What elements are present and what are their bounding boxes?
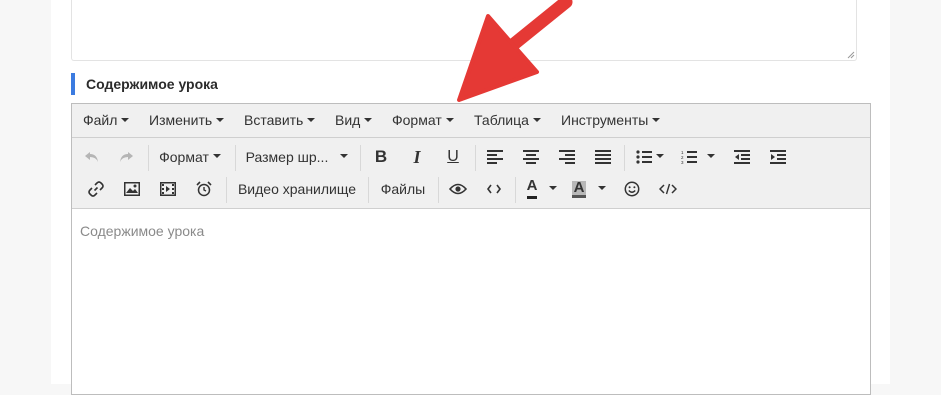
undo-icon xyxy=(85,152,98,162)
caret-down-icon xyxy=(364,118,373,123)
caret-down-icon xyxy=(445,118,454,123)
text-color-icon: A xyxy=(526,178,538,199)
source-code-icon xyxy=(659,183,677,195)
menu-tools[interactable]: Инструменты xyxy=(561,104,661,137)
editor-menubar: Файл Изменить Вставить Вид Формат Таблиц… xyxy=(72,104,870,138)
align-justify-icon xyxy=(595,150,611,164)
menu-insert-label: Вставить xyxy=(244,112,304,128)
rich-text-editor: Файл Изменить Вставить Вид Формат Таблиц… xyxy=(71,103,871,395)
format-dropdown[interactable]: Формат xyxy=(152,141,228,173)
caret-down-icon xyxy=(340,154,349,158)
caret-down-icon xyxy=(216,118,225,123)
insert-image-button[interactable] xyxy=(118,173,146,205)
italic-button[interactable]: I xyxy=(403,141,431,173)
toolbar-separator xyxy=(515,177,516,203)
menu-edit[interactable]: Изменить xyxy=(149,104,225,137)
editor-placeholder: Содержимое урока xyxy=(80,223,205,239)
align-left-icon xyxy=(487,150,503,164)
files-button[interactable]: Файлы xyxy=(372,173,434,205)
alarm-clock-icon xyxy=(196,181,212,197)
label-accent-bar xyxy=(71,73,75,95)
align-right-button[interactable] xyxy=(553,141,581,173)
menu-format[interactable]: Формат xyxy=(392,104,454,137)
align-right-icon xyxy=(559,150,575,164)
numbered-list-button[interactable]: 123 xyxy=(678,141,718,173)
toolbar-separator xyxy=(438,177,439,203)
insert-datetime-button[interactable] xyxy=(190,173,218,205)
menu-insert[interactable]: Вставить xyxy=(244,104,316,137)
toolbar-separator xyxy=(368,177,369,203)
text-color-button[interactable]: A xyxy=(521,173,563,205)
caret-down-icon xyxy=(121,118,130,123)
redo-icon xyxy=(120,152,133,162)
previous-textarea[interactable] xyxy=(71,0,857,61)
numbered-list-icon: 123 xyxy=(681,150,697,164)
menu-format-label: Формат xyxy=(392,112,442,128)
editor-toolbar: Формат Размер шр... B I U 1 2 3 Видео хр… xyxy=(72,138,870,209)
caret-down-icon xyxy=(532,118,541,123)
font-size-dropdown[interactable]: Размер шр... xyxy=(240,141,354,173)
underline-button[interactable]: U xyxy=(439,141,467,173)
menu-view[interactable]: Вид xyxy=(335,104,373,137)
font-size-dropdown-label: Размер шр... xyxy=(245,149,329,165)
align-left-button[interactable] xyxy=(481,141,509,173)
toolbar-separator xyxy=(360,145,361,171)
eye-icon xyxy=(449,183,467,195)
caret-down-icon xyxy=(707,154,715,158)
indent-icon xyxy=(770,150,786,164)
format-dropdown-label: Формат xyxy=(159,149,209,165)
link-icon xyxy=(88,181,104,197)
caret-down-icon xyxy=(652,118,661,123)
image-icon xyxy=(124,182,140,196)
bold-button[interactable]: B xyxy=(367,141,395,173)
align-center-icon xyxy=(523,150,539,164)
menu-table[interactable]: Таблица xyxy=(474,104,541,137)
toolbar-separator xyxy=(226,177,227,203)
editor-content-area[interactable]: Содержимое урока xyxy=(72,209,870,394)
caret-down-icon xyxy=(549,186,558,190)
media-icon xyxy=(160,182,176,196)
preview-button[interactable] xyxy=(444,173,472,205)
svg-text:3: 3 xyxy=(681,160,684,164)
menu-tools-label: Инструменты xyxy=(561,112,649,128)
emoticon-icon xyxy=(624,181,640,197)
caret-down-icon xyxy=(598,186,607,190)
resize-handle-icon[interactable] xyxy=(847,51,855,59)
menu-view-label: Вид xyxy=(335,112,361,128)
caret-down-icon xyxy=(656,154,664,158)
outdent-icon xyxy=(734,150,750,164)
background-color-icon: A xyxy=(571,178,587,198)
background-color-button[interactable]: A xyxy=(568,173,610,205)
indent-button[interactable] xyxy=(764,141,792,173)
menu-file-label: Файл xyxy=(83,112,118,128)
redo-button[interactable] xyxy=(112,141,140,173)
undo-button[interactable] xyxy=(78,141,106,173)
align-justify-button[interactable] xyxy=(589,141,617,173)
toolbar-separator xyxy=(624,145,625,171)
outdent-button[interactable] xyxy=(728,141,756,173)
code-icon xyxy=(487,184,501,194)
bullet-list-button[interactable] xyxy=(630,141,670,173)
emoticons-button[interactable] xyxy=(618,173,646,205)
source-code-button[interactable] xyxy=(654,173,682,205)
menu-edit-label: Изменить xyxy=(149,112,213,128)
bullet-list-icon xyxy=(636,150,652,164)
menu-table-label: Таблица xyxy=(474,112,529,128)
field-label: Содержимое урока xyxy=(86,76,218,92)
toolbar-row-1: Формат Размер шр... B I U 1 2 3 xyxy=(72,141,870,173)
video-storage-button[interactable]: Видео хранилище xyxy=(232,173,362,205)
insert-link-button[interactable] xyxy=(82,173,110,205)
align-center-button[interactable] xyxy=(517,141,545,173)
toolbar-separator xyxy=(475,145,476,171)
toolbar-separator xyxy=(148,145,149,171)
caret-down-icon xyxy=(212,154,221,158)
toolbar-row-2: Видео хранилище Файлы A A xyxy=(72,173,870,205)
caret-down-icon xyxy=(307,118,316,123)
toolbar-separator xyxy=(235,145,236,171)
code-sample-button[interactable] xyxy=(480,173,508,205)
menu-file[interactable]: Файл xyxy=(83,104,130,137)
insert-media-button[interactable] xyxy=(154,173,182,205)
